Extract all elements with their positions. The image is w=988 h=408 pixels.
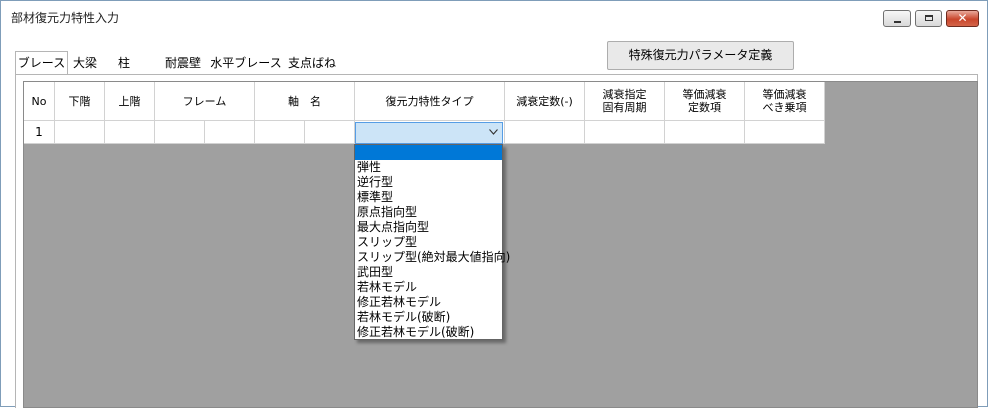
maximize-button[interactable] bbox=[915, 10, 942, 27]
cell-row-number: 1 bbox=[24, 121, 55, 144]
dropdown-option[interactable] bbox=[355, 145, 502, 160]
cell-damping-period[interactable] bbox=[585, 121, 665, 144]
dropdown-option[interactable]: 若林モデル(破断) bbox=[355, 310, 502, 325]
dropdown-option[interactable]: 修正若林モデル bbox=[355, 295, 502, 310]
window-title: 部材復元力特性入力 bbox=[11, 11, 120, 25]
cell-axis-a[interactable] bbox=[255, 121, 305, 144]
dropdown-option[interactable]: スリップ型 bbox=[355, 235, 502, 250]
dropdown-option[interactable]: 原点指向型 bbox=[355, 205, 502, 220]
dropdown-option[interactable]: 若林モデル bbox=[355, 280, 502, 295]
maximize-icon bbox=[925, 15, 933, 21]
column-header-damping-period[interactable]: 減衰指定 固有周期 bbox=[585, 82, 665, 121]
column-header-axis-name[interactable]: 軸 名 bbox=[255, 82, 355, 121]
column-header-restoring-type[interactable]: 復元力特性タイプ bbox=[355, 82, 505, 121]
special-restoring-params-button[interactable]: 特殊復元力パラメータ定義 bbox=[607, 41, 794, 70]
minimize-button[interactable] bbox=[883, 10, 911, 27]
cell-damping-constant[interactable] bbox=[505, 121, 585, 144]
close-icon: ✕ bbox=[957, 11, 968, 25]
dropdown-option[interactable]: 武田型 bbox=[355, 265, 502, 280]
cell-frame-a[interactable] bbox=[155, 121, 205, 144]
dropdown-option[interactable]: スリップ型(絶対最大値指向) bbox=[355, 250, 510, 265]
dropdown-option[interactable]: 逆行型 bbox=[355, 175, 502, 190]
column-header-eq-damping-constant[interactable]: 等価減衰 定数項 bbox=[665, 82, 745, 121]
tab-support-spring[interactable]: 支点ばね bbox=[285, 53, 339, 74]
dropdown-option[interactable]: 修正若林モデル(破断) bbox=[355, 325, 502, 340]
cell-upper-floor[interactable] bbox=[105, 121, 155, 144]
close-button[interactable]: ✕ bbox=[946, 10, 979, 27]
minimize-icon bbox=[894, 21, 901, 23]
dropdown-option[interactable]: 弾性 bbox=[355, 160, 502, 175]
column-header-eq-damping-power[interactable]: 等価減衰 べき乗項 bbox=[745, 82, 825, 121]
dropdown-option[interactable]: 標準型 bbox=[355, 190, 502, 205]
dropdown-option[interactable]: 最大点指向型 bbox=[355, 220, 502, 235]
cell-axis-b[interactable] bbox=[305, 121, 355, 144]
dialog-window: 部材復元力特性入力 ✕ 特殊復元力パラメータ定義 ブレース 大梁 柱 耐震壁 水… bbox=[0, 0, 988, 408]
cell-eq-damping-constant[interactable] bbox=[665, 121, 745, 144]
column-header-frame[interactable]: フレーム bbox=[155, 82, 255, 121]
tab-column[interactable]: 柱 bbox=[109, 53, 139, 74]
cell-lower-floor[interactable] bbox=[55, 121, 105, 144]
cell-frame-b[interactable] bbox=[205, 121, 255, 144]
restoring-type-combobox[interactable] bbox=[355, 122, 503, 144]
tab-horizontal-brace[interactable]: 水平ブレース bbox=[209, 53, 283, 74]
restoring-type-dropdown-list[interactable]: 弾性 逆行型 標準型 原点指向型 最大点指向型 スリップ型 スリップ型(絶対最大… bbox=[354, 144, 510, 340]
title-bar: 部材復元力特性入力 ✕ bbox=[1, 1, 987, 31]
tab-girder[interactable]: 大梁 bbox=[67, 53, 103, 74]
tab-shear-wall[interactable]: 耐震壁 bbox=[161, 53, 205, 74]
column-header-no[interactable]: No bbox=[24, 82, 55, 121]
tab-brace[interactable]: ブレース bbox=[15, 51, 68, 74]
column-header-upper-floor[interactable]: 上階 bbox=[105, 82, 155, 121]
cell-eq-damping-power[interactable] bbox=[745, 121, 825, 144]
column-header-damping-constant[interactable]: 減衰定数(-) bbox=[505, 82, 585, 121]
column-header-lower-floor[interactable]: 下階 bbox=[55, 82, 105, 121]
chevron-down-icon[interactable] bbox=[489, 125, 498, 138]
